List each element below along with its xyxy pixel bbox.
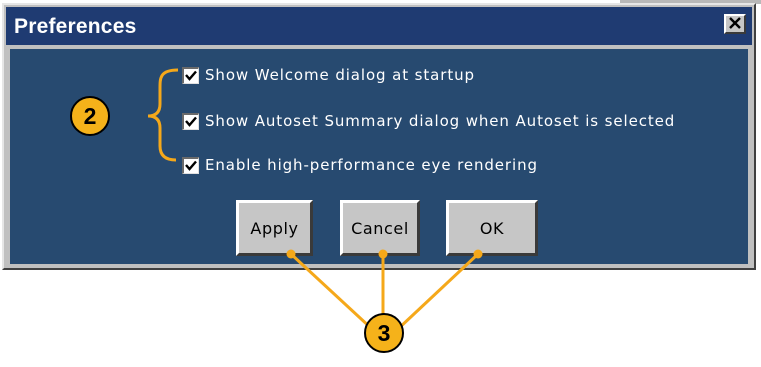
cancel-button[interactable]: Cancel: [340, 200, 420, 256]
close-button[interactable]: [724, 14, 746, 34]
apply-button[interactable]: Apply: [236, 200, 313, 256]
welcome-dialog-checkbox[interactable]: [182, 66, 199, 84]
ok-button[interactable]: OK: [446, 200, 538, 256]
welcome-dialog-option[interactable]: Show Welcome dialog at startup: [182, 65, 475, 85]
title-bar[interactable]: Preferences: [6, 7, 752, 45]
eye-rendering-checkbox[interactable]: [182, 156, 199, 174]
checkmark-icon: [185, 160, 197, 171]
dialog-content: Show Welcome dialog at startup Show Auto…: [10, 49, 748, 264]
autoset-summary-checkbox[interactable]: [182, 112, 199, 130]
welcome-dialog-label: Show Welcome dialog at startup: [205, 66, 475, 84]
callout-2-badge: 2: [70, 96, 110, 136]
checkmark-icon: [185, 116, 197, 127]
callout-3-badge: 3: [364, 313, 404, 353]
screenshot-stage: Preferences Show Welcome dialog at start…: [0, 0, 761, 367]
close-icon: [729, 16, 741, 32]
autoset-summary-label: Show Autoset Summary dialog when Autoset…: [205, 112, 676, 130]
preferences-dialog: Preferences Show Welcome dialog at start…: [2, 3, 756, 270]
checkmark-icon: [185, 70, 197, 81]
eye-rendering-label: Enable high-performance eye rendering: [205, 156, 538, 174]
dialog-title: Preferences: [14, 15, 137, 38]
eye-rendering-option[interactable]: Enable high-performance eye rendering: [182, 155, 538, 175]
autoset-summary-option[interactable]: Show Autoset Summary dialog when Autoset…: [182, 111, 675, 131]
